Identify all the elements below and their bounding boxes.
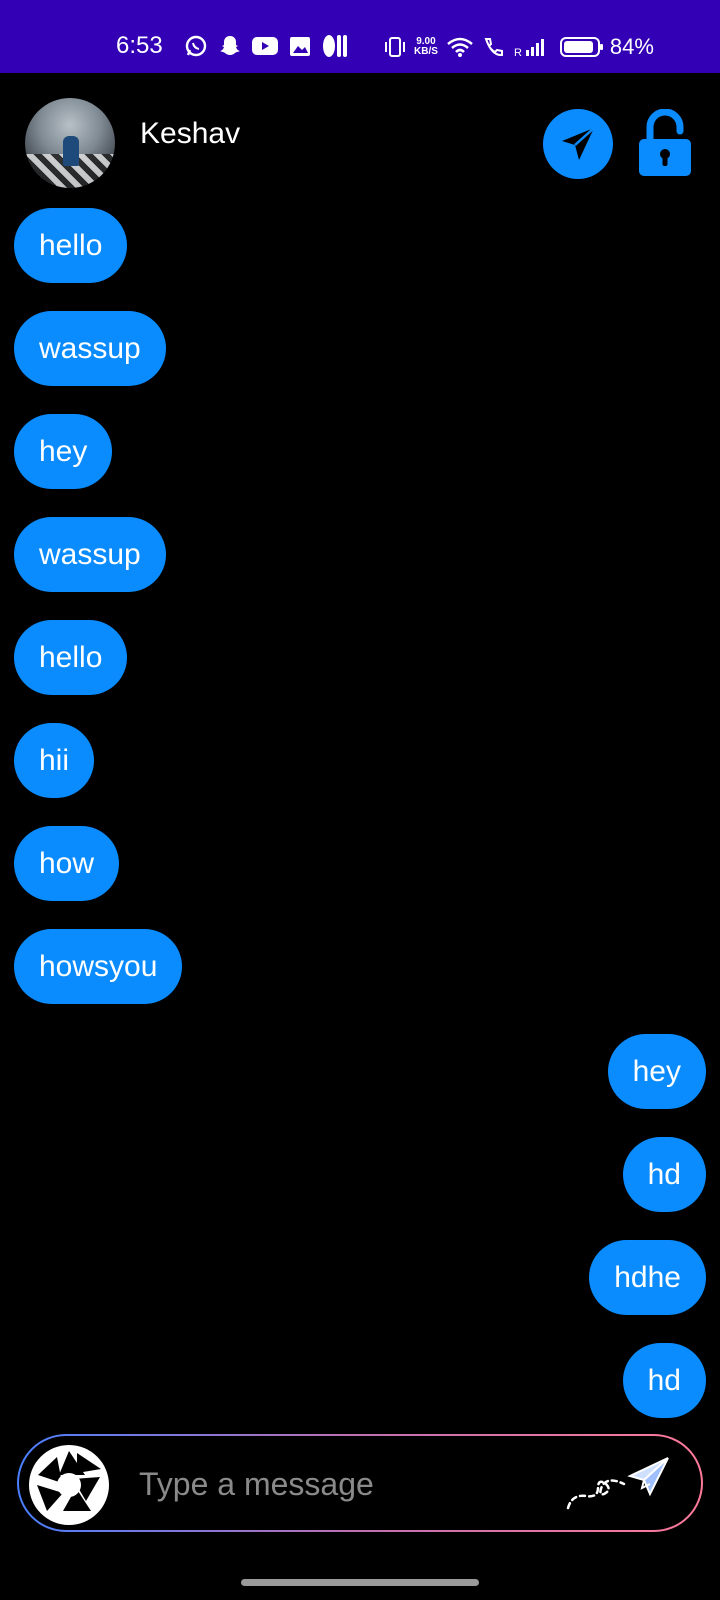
outgoing-message-bubble[interactable]: hey [607,1034,706,1109]
unlocked-padlock-icon [639,108,691,176]
message-input[interactable] [139,1460,519,1508]
battery-icon [559,37,603,57]
net-speed: 9.00 KB/S [414,37,438,57]
pill-icon [323,35,347,57]
avatar[interactable] [25,98,115,188]
incoming-message-bubble[interactable]: hello [14,208,128,283]
snapchat-icon [220,36,240,55]
incoming-message-bubble[interactable]: hello [14,620,128,695]
composer-inner [19,1436,701,1530]
contact-name[interactable]: Keshav [140,117,240,151]
send-button[interactable] [543,109,613,179]
youtube-icon [252,37,278,55]
net-speed-unit: KB/S [414,46,438,57]
outgoing-message-bubble[interactable]: hdhe [589,1240,706,1315]
send-message-button[interactable] [564,1454,674,1518]
svg-text:R: R [514,47,522,58]
gallery-icon [290,37,310,56]
outgoing-message-bubble[interactable]: hd [622,1343,706,1418]
status-bar: 6:53 9.00 KB/S R 84% [0,0,720,73]
notification-icons [184,34,348,58]
system-icons: 9.00 KB/S R 84% [384,34,654,60]
battery: 84% [559,34,654,60]
wifi-icon [447,37,473,57]
message-composer [17,1434,703,1532]
signal-icon: R [514,39,544,58]
incoming-message-bubble[interactable]: hii [14,723,95,798]
avatar-figure [63,136,79,166]
wifi-call-icon [484,38,503,57]
camera-shutter-icon [31,1447,107,1523]
incoming-message-bubble[interactable]: how [14,826,120,901]
battery-percent: 84% [609,34,654,59]
status-time: 6:53 [116,32,163,59]
home-indicator[interactable] [241,1579,479,1586]
incoming-message-bubble[interactable]: wassup [14,311,166,386]
whatsapp-icon [185,35,207,57]
incoming-message-bubble[interactable]: howsyou [14,929,183,1004]
vibrate-icon [385,37,405,57]
paper-plane-icon [562,127,595,160]
camera-button[interactable] [29,1445,109,1525]
outgoing-message-bubble[interactable]: hd [622,1137,706,1212]
doodle-paper-plane-icon [566,1457,669,1510]
unlock-button[interactable] [638,108,692,181]
chat-header: Keshav [0,73,720,208]
incoming-message-bubble[interactable]: hey [14,414,113,489]
message-list[interactable]: hello wassup hey wassup hello hii how howsyou he… [0,208,720,1418]
incoming-message-bubble[interactable]: wassup [14,517,166,592]
